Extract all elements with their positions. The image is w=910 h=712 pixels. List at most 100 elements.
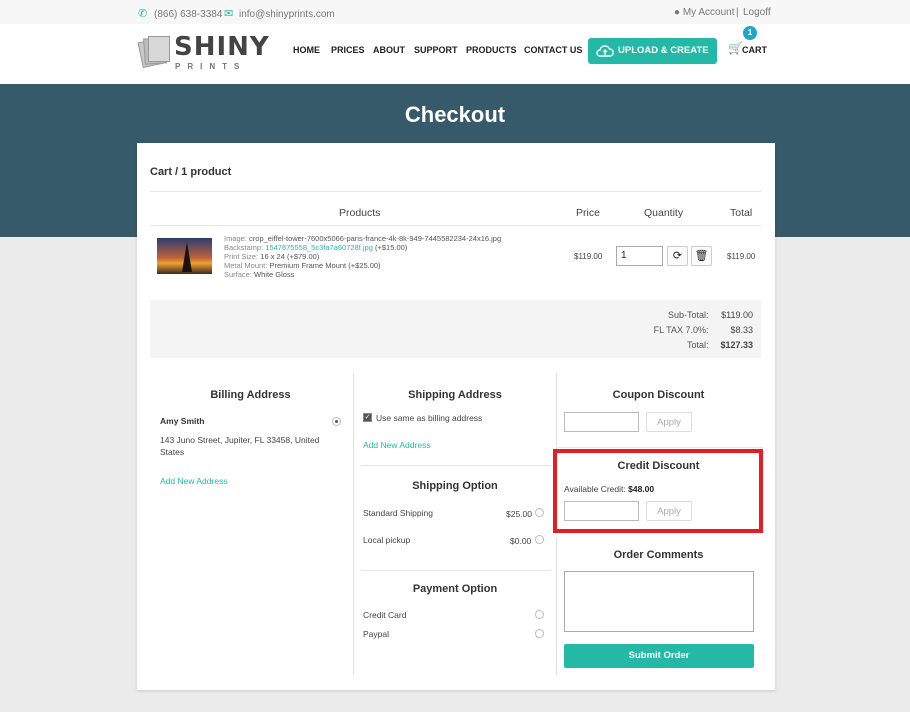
logoff-link[interactable]: Logoff <box>743 7 771 18</box>
shipping-option-standard-price: $25.00 <box>506 509 532 519</box>
nav-products[interactable]: PRODUCTS <box>466 45 517 55</box>
image-label: Image: <box>224 234 247 243</box>
total-row: Total: $127.33 <box>687 340 753 350</box>
account-link[interactable]: ● My Account <box>674 7 735 18</box>
order-comments-textarea[interactable] <box>564 571 754 632</box>
phone-icon: ✆ <box>138 8 148 20</box>
same-as-billing-checkbox[interactable]: ✓ <box>363 413 372 422</box>
total-value: $127.33 <box>720 340 753 350</box>
nav-about[interactable]: ABOUT <box>373 45 405 55</box>
coupon-input[interactable] <box>564 412 639 432</box>
available-credit: Available Credit: $48.00 <box>564 484 654 494</box>
coupon-apply-button[interactable]: Apply <box>646 412 692 432</box>
cart-icon[interactable]: 🛒 <box>728 41 743 55</box>
product-thumbnail[interactable] <box>157 238 212 274</box>
tax-value: $8.33 <box>730 325 753 335</box>
logo[interactable]: SHINY PRINTS <box>137 32 269 76</box>
submit-order-button[interactable]: Submit Order <box>564 644 754 668</box>
column-divider <box>556 373 557 458</box>
item-mount-line: Metal Mount: Premium Frame Mount (+$25.0… <box>224 261 381 270</box>
mount-label: Metal Mount: <box>224 261 268 270</box>
trash-icon[interactable]: 🗑 <box>691 246 712 266</box>
nav-home[interactable]: HOME <box>293 45 320 55</box>
upload-create-button[interactable]: UPLOAD & CREATE <box>588 38 717 64</box>
mail-icon: ✉ <box>224 8 234 20</box>
item-price: $119.00 <box>574 252 603 261</box>
subtotal-value: $119.00 <box>721 310 753 320</box>
divider <box>361 570 551 571</box>
billing-add-address-link[interactable]: Add New Address <box>160 476 228 486</box>
billing-title: Billing Address <box>210 389 291 401</box>
topbar-separator: | <box>736 7 739 18</box>
checkout-card: Cart / 1 product Products Price Quantity… <box>137 143 775 690</box>
shipping-option-local-price: $0.00 <box>510 536 532 546</box>
divider <box>558 447 763 448</box>
size-label: Print Size: <box>224 252 259 261</box>
nav-prices[interactable]: PRICES <box>331 45 365 55</box>
shipping-option-local-label: Local pickup <box>363 535 411 545</box>
surface-label: Surface: <box>224 270 252 279</box>
billing-address-line1: 143 Juno Street, Jupiter, FL 33458, Unit… <box>160 435 320 445</box>
site-header: SHINY PRINTS HOME PRICES ABOUT SUPPORT P… <box>0 24 910 84</box>
size-value: 16 x 24 (+$79.00) <box>260 252 320 261</box>
subtotal-label: Sub-Total: <box>667 310 709 320</box>
order-comments-title: Order Comments <box>613 549 704 561</box>
shipping-add-address-link[interactable]: Add New Address <box>363 440 431 450</box>
item-total: $119.00 <box>727 252 756 261</box>
credit-title: Credit Discount <box>617 460 700 472</box>
backstamp-price: (+$15.00) <box>374 243 408 252</box>
mount-value: Premium Frame Mount (+$25.00) <box>269 261 381 270</box>
cart-count-badge: 1 <box>743 26 757 40</box>
account-label: My Account <box>682 7 735 18</box>
shipping-local-radio[interactable] <box>535 535 544 544</box>
backstamp-label: Backstamp: <box>224 243 264 252</box>
credit-input[interactable] <box>564 501 639 521</box>
backstamp-link[interactable]: 1547675558_5c3fa7a60728f.jpg <box>265 243 373 252</box>
payment-credit-card-radio[interactable] <box>535 610 544 619</box>
image-value: crop_eiffel-tower-7600x5066-paris-france… <box>249 234 502 243</box>
same-as-billing-label: Use same as billing address <box>376 413 483 423</box>
cart-title: Cart / 1 product <box>150 166 232 178</box>
phone-contact[interactable]: ✆ (866) 638-3384 <box>138 7 222 20</box>
item-image-line: Image: crop_eiffel-tower-7600x5066-paris… <box>224 234 501 243</box>
email-contact[interactable]: ✉ info@shinyprints.com <box>224 7 335 20</box>
cart-link[interactable]: CART <box>742 45 767 55</box>
payment-credit-card-label: Credit Card <box>363 610 407 620</box>
cloud-upload-icon <box>596 43 614 69</box>
page-title: Checkout <box>404 102 506 127</box>
payment-option-title: Payment Option <box>412 583 498 595</box>
shipping-title: Shipping Address <box>408 389 502 401</box>
billing-name: Amy Smith <box>160 416 205 426</box>
email-address: info@shinyprints.com <box>239 9 335 20</box>
item-size-line: Print Size: 16 x 24 (+$79.00) <box>224 252 319 261</box>
tax-row: FL TAX 7.0%: $8.33 <box>654 325 753 335</box>
column-divider <box>556 538 557 675</box>
available-credit-value: $48.00 <box>628 484 655 494</box>
totals-panel: Sub-Total: $119.00 FL TAX 7.0%: $8.33 To… <box>150 300 761 358</box>
divider <box>150 191 761 192</box>
refresh-icon[interactable]: ⟳ <box>667 246 688 266</box>
header-total: Total <box>730 207 753 219</box>
payment-paypal-radio[interactable] <box>535 629 544 638</box>
quantity-input[interactable]: 1 <box>616 246 663 266</box>
payment-paypal-label: Paypal <box>363 629 389 639</box>
billing-address-line2: States <box>160 447 185 457</box>
item-surface-line: Surface: White Gloss <box>224 270 294 279</box>
nav-support[interactable]: SUPPORT <box>414 45 458 55</box>
shipping-standard-radio[interactable] <box>535 508 544 517</box>
billing-address-radio[interactable] <box>332 417 341 426</box>
surface-value: White Gloss <box>254 270 295 279</box>
item-backstamp-line: Backstamp: 1547675558_5c3fa7a60728f.jpg … <box>224 243 407 252</box>
user-icon: ● <box>674 7 681 18</box>
logo-text-top: SHINY <box>174 32 270 62</box>
top-bar: ✆ (866) 638-3384 ✉ info@shinyprints.com … <box>0 0 910 24</box>
divider <box>361 465 551 466</box>
header-price: Price <box>576 207 600 219</box>
divider <box>150 225 761 226</box>
nav-contact-us[interactable]: CONTACT US <box>524 45 582 55</box>
shipping-option-standard-label: Standard Shipping <box>363 508 433 518</box>
credit-apply-button[interactable]: Apply <box>646 501 692 521</box>
header-products: Products <box>339 207 381 219</box>
logo-text-bottom: PRINTS <box>175 62 247 71</box>
header-quantity: Quantity <box>644 207 684 219</box>
